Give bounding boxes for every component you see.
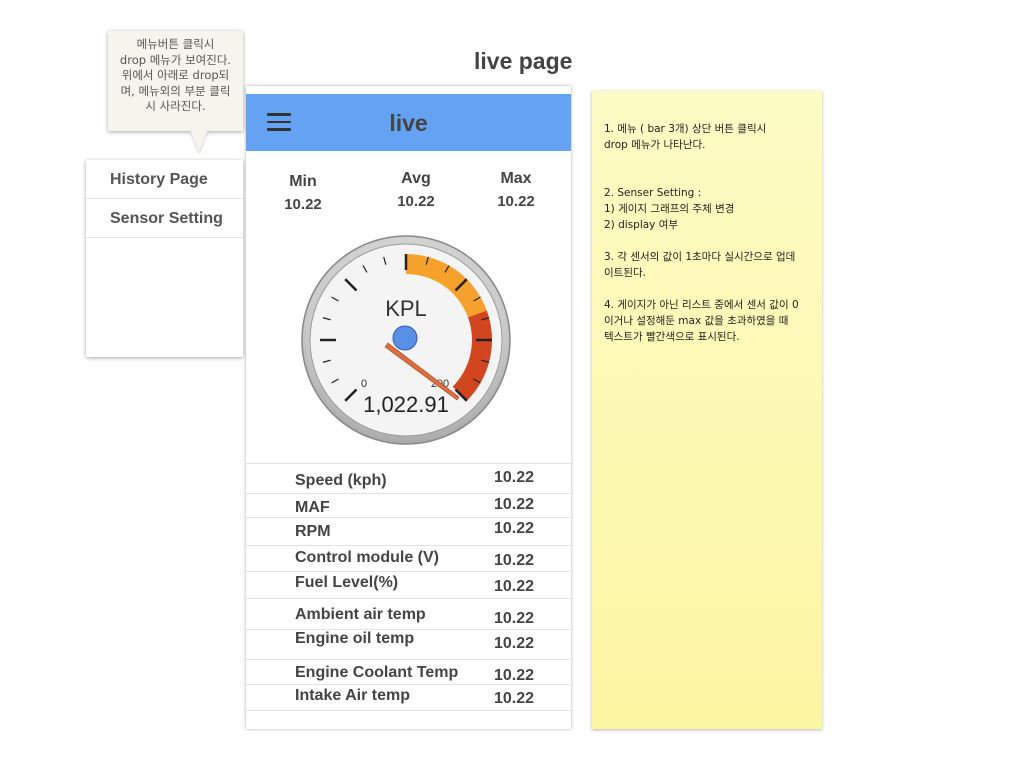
stat-avg-value: 10.22 <box>397 193 435 210</box>
list-divider <box>246 493 571 494</box>
list-divider <box>246 545 571 546</box>
list-divider <box>246 463 571 464</box>
sensor-label-engine-oil-temp: Engine oil temp <box>295 630 415 647</box>
list-divider <box>246 571 571 572</box>
gauge-reading: 1,022.91 <box>363 392 449 417</box>
gauge-unit-label: KPL <box>385 296 427 321</box>
menu-item-history-page[interactable]: History Page <box>86 160 243 199</box>
sensor-value-intake-air-temp: 10.22 <box>494 690 535 707</box>
stat-min-value: 10.22 <box>284 196 322 213</box>
stat-avg-label: Avg <box>401 170 431 187</box>
list-divider <box>246 659 571 660</box>
stat-max-label: Max <box>500 170 532 187</box>
sensor-value-fuel-level: 10.22 <box>494 578 535 595</box>
sensor-label-intake-air-temp: Intake Air temp <box>295 687 410 704</box>
phone-screen: live Min 10.22 Avg 10.22 Max 10.22 KPL 0… <box>246 86 571 729</box>
stat-max: Max 10.22 <box>481 170 551 210</box>
sensor-value-engine-coolant-temp: 10.22 <box>494 667 535 684</box>
tooltip-arrow <box>190 130 208 152</box>
dropdown-menu: History Page Sensor Setting <box>86 160 243 357</box>
sensor-label-engine-coolant-temp: Engine Coolant Temp <box>295 664 459 681</box>
tooltip-callout: 메뉴버튼 클릭시 drop 메뉴가 보여진다. 위에서 아래로 drop되 며,… <box>108 31 243 131</box>
gauge-hub <box>392 325 418 351</box>
sensor-label-fuel-level: Fuel Level(%) <box>295 574 399 591</box>
stat-avg: Avg 10.22 <box>381 170 451 210</box>
sensor-label-control-module: Control module (V) <box>295 549 439 566</box>
gauge-min-label: 0 <box>361 378 367 390</box>
sensor-value-control-module: 10.22 <box>494 552 535 569</box>
sensor-label-speed: Speed (kph) <box>295 472 387 489</box>
sensor-value-ambient-air-temp: 10.22 <box>494 610 535 627</box>
stat-min-label: Min <box>289 173 317 190</box>
sensor-label-rpm: RPM <box>295 523 331 540</box>
page-title: live page <box>474 48 573 74</box>
app-bar: live <box>246 94 571 151</box>
sensor-label-maf: MAF <box>295 499 330 516</box>
kpl-gauge: KPL 0 200 1,022.91 <box>301 235 511 445</box>
sensor-value-speed: 10.22 <box>494 469 535 486</box>
sensor-label-ambient-air-temp: Ambient air temp <box>295 606 426 623</box>
stat-max-value: 10.22 <box>497 193 535 210</box>
app-title: live <box>389 110 428 136</box>
stat-min: Min 10.22 <box>268 173 338 213</box>
list-divider <box>246 517 571 518</box>
sensor-value-engine-oil-temp: 10.22 <box>494 635 535 652</box>
sensor-value-rpm: 10.22 <box>494 520 535 537</box>
sensor-value-maf: 10.22 <box>494 496 535 513</box>
menu-item-sensor-setting[interactable]: Sensor Setting <box>86 199 243 238</box>
list-divider <box>246 710 571 711</box>
list-divider <box>246 598 571 599</box>
spec-sticky-note: 1. 메뉴 ( bar 3개) 상단 버튼 클릭시 drop 메뉴가 나타난다.… <box>592 91 822 729</box>
